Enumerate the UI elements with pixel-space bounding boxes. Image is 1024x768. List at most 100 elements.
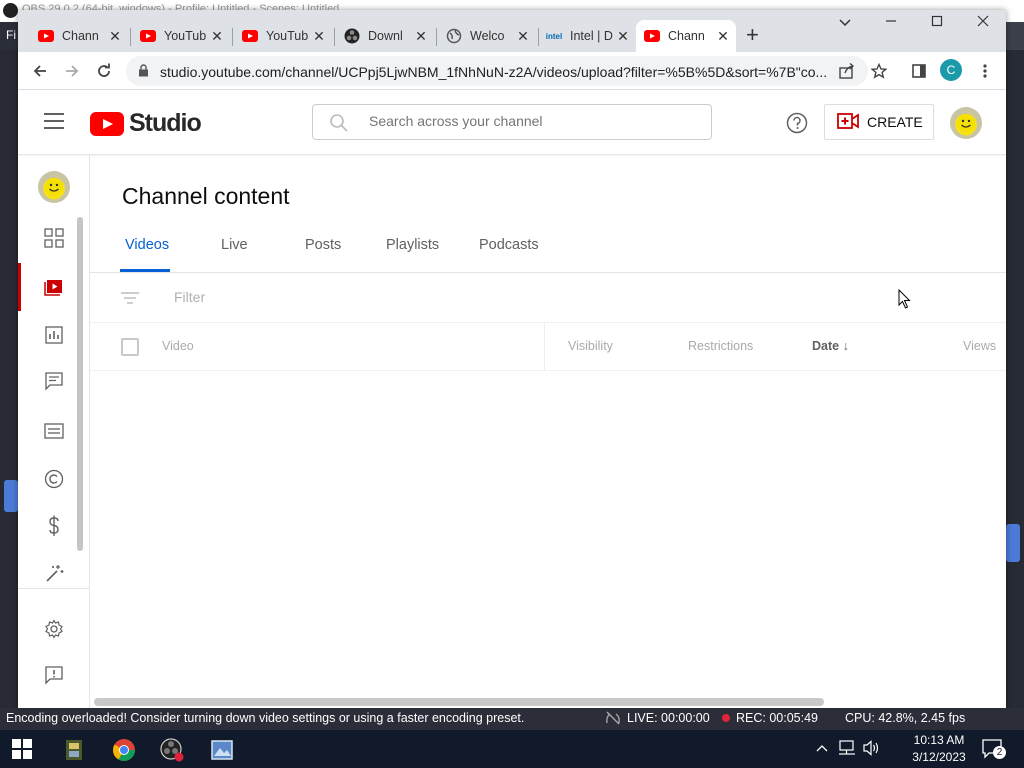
profile-avatar[interactable]: C (940, 59, 962, 81)
copyright-icon[interactable] (18, 459, 90, 499)
browser-tab-3[interactable]: YouTub ✕ (234, 20, 332, 52)
youtube-icon (38, 28, 54, 44)
tab-live[interactable]: Live (221, 237, 248, 273)
search-input[interactable] (369, 113, 669, 129)
reload-icon[interactable] (92, 60, 116, 82)
tab-title: Intel | D (570, 29, 613, 43)
close-tab-icon[interactable]: ✕ (516, 29, 530, 43)
tab-podcasts[interactable]: Podcasts (479, 237, 539, 273)
new-tab-button[interactable]: + (746, 24, 759, 46)
taskbar-clock[interactable]: 10:13 AM 3/12/2023 (908, 732, 970, 766)
comments-icon[interactable] (18, 361, 90, 401)
close-tab-icon[interactable]: ✕ (210, 29, 224, 43)
content-tabs: Videos Live Posts Playlists Podcasts (90, 237, 1006, 273)
network-icon[interactable] (838, 740, 856, 759)
cpu-usage: CPU: 42.8%, 2.45 fps (845, 711, 966, 725)
subtitles-icon[interactable] (18, 411, 90, 451)
browser-tab-active[interactable]: Chann ✕ (636, 20, 736, 52)
hamburger-menu-icon[interactable] (44, 113, 64, 129)
close-tab-icon[interactable]: ✕ (414, 29, 428, 43)
youtube-icon (140, 28, 156, 44)
close-tab-icon[interactable]: ✕ (616, 29, 630, 43)
live-time: LIVE: 00:00:00 (627, 711, 710, 725)
no-signal-icon (606, 711, 620, 725)
side-panel-icon[interactable] (908, 60, 930, 82)
account-avatar[interactable] (950, 107, 982, 139)
content-icon[interactable] (18, 267, 90, 307)
notification-center-icon[interactable]: 2 (982, 739, 1006, 761)
youtube-icon (644, 28, 660, 44)
settings-gear-icon[interactable] (18, 609, 90, 649)
youtube-icon (242, 28, 258, 44)
sort-down-arrow-icon: ↓ (842, 339, 849, 353)
tray-chevron-up-icon[interactable] (816, 741, 828, 755)
obs-file-menu[interactable]: Fi (0, 22, 18, 50)
close-tab-icon[interactable]: ✕ (716, 29, 730, 43)
col-visibility[interactable]: Visibility (568, 339, 613, 353)
rec-indicator: REC: 00:05:49 (722, 711, 818, 725)
live-indicator: LIVE: 00:00:00 (605, 711, 710, 725)
browser-tab-1[interactable]: Chann ✕ (30, 20, 128, 52)
minimize-button[interactable] (868, 14, 914, 36)
obs-left-button[interactable] (4, 480, 18, 512)
active-tab-underline (120, 269, 170, 272)
lock-icon[interactable] (138, 64, 149, 82)
bookmark-star-icon[interactable] (868, 60, 890, 82)
horizontal-scrollbar[interactable] (94, 698, 824, 706)
system-tray (812, 730, 902, 768)
image-viewer-icon[interactable] (202, 735, 242, 765)
youtube-play-icon (90, 111, 124, 136)
volume-icon[interactable] (862, 740, 880, 759)
feedback-icon[interactable] (18, 655, 90, 695)
windows-taskbar: 10:13 AM 3/12/2023 2 (0, 730, 1024, 768)
col-restrictions[interactable]: Restrictions (688, 339, 753, 353)
globe-icon (446, 28, 462, 44)
windows-start-icon[interactable] (12, 739, 34, 761)
tab-videos[interactable]: Videos (125, 237, 169, 273)
analytics-icon[interactable] (18, 315, 90, 355)
notification-count: 2 (993, 746, 1006, 759)
logo-text: Studio (129, 109, 202, 137)
film-app-icon[interactable] (54, 735, 94, 765)
channel-avatar[interactable] (38, 171, 70, 203)
tab-posts[interactable]: Posts (305, 237, 341, 273)
url-text[interactable]: studio.youtube.com/channel/UCPpj5LjwNBM_… (160, 64, 828, 80)
tab-playlists[interactable]: Playlists (386, 237, 439, 273)
youtube-studio-logo[interactable]: Studio (90, 109, 202, 138)
earn-dollar-icon[interactable] (18, 506, 90, 546)
filter-input[interactable]: Filter (174, 289, 205, 305)
dashboard-icon[interactable] (18, 218, 90, 258)
back-icon[interactable] (28, 60, 52, 82)
browser-tab-6[interactable]: intel Intel | D ✕ (538, 20, 636, 52)
browser-tab-5[interactable]: Welco ✕ (438, 20, 536, 52)
browser-tab-4[interactable]: Downl ✕ (336, 20, 434, 52)
chrome-taskbar-icon[interactable] (104, 735, 144, 765)
tab-title: Chann (62, 29, 99, 43)
address-bar[interactable]: studio.youtube.com/channel/UCPpj5LjwNBM_… (126, 56, 868, 86)
close-tab-icon[interactable]: ✕ (312, 29, 326, 43)
share-icon[interactable] (838, 62, 856, 85)
obs-right-panel (1006, 50, 1024, 710)
obs-right-button[interactable] (1006, 524, 1020, 562)
close-tab-icon[interactable]: ✕ (108, 29, 122, 43)
obs-taskbar-icon[interactable] (152, 735, 192, 765)
chrome-window: Chann ✕ YouTub ✕ YouTub ✕ Downl ✕ Welco … (18, 10, 1006, 710)
menu-kebab-icon[interactable] (974, 60, 996, 82)
maximize-button[interactable] (914, 14, 960, 36)
create-button[interactable]: CREATE (824, 104, 934, 140)
clock-date: 3/12/2023 (912, 750, 966, 764)
tab-search-icon[interactable] (822, 14, 868, 36)
obs-logo-icon (3, 3, 18, 18)
col-views[interactable]: Views (963, 339, 996, 353)
forward-icon[interactable] (60, 60, 84, 82)
filter-bar[interactable]: Filter (90, 273, 1006, 323)
close-window-button[interactable] (960, 14, 1006, 36)
youtube-studio: Studio CREATE (18, 91, 1006, 710)
col-date[interactable]: Date ↓ (812, 339, 849, 353)
tab-title: YouTub (266, 29, 309, 43)
select-all-checkbox[interactable] (121, 338, 139, 356)
filter-icon[interactable] (120, 291, 140, 310)
search-box[interactable] (312, 104, 712, 140)
browser-tab-2[interactable]: YouTub ✕ (132, 20, 230, 52)
help-icon[interactable] (786, 112, 808, 139)
